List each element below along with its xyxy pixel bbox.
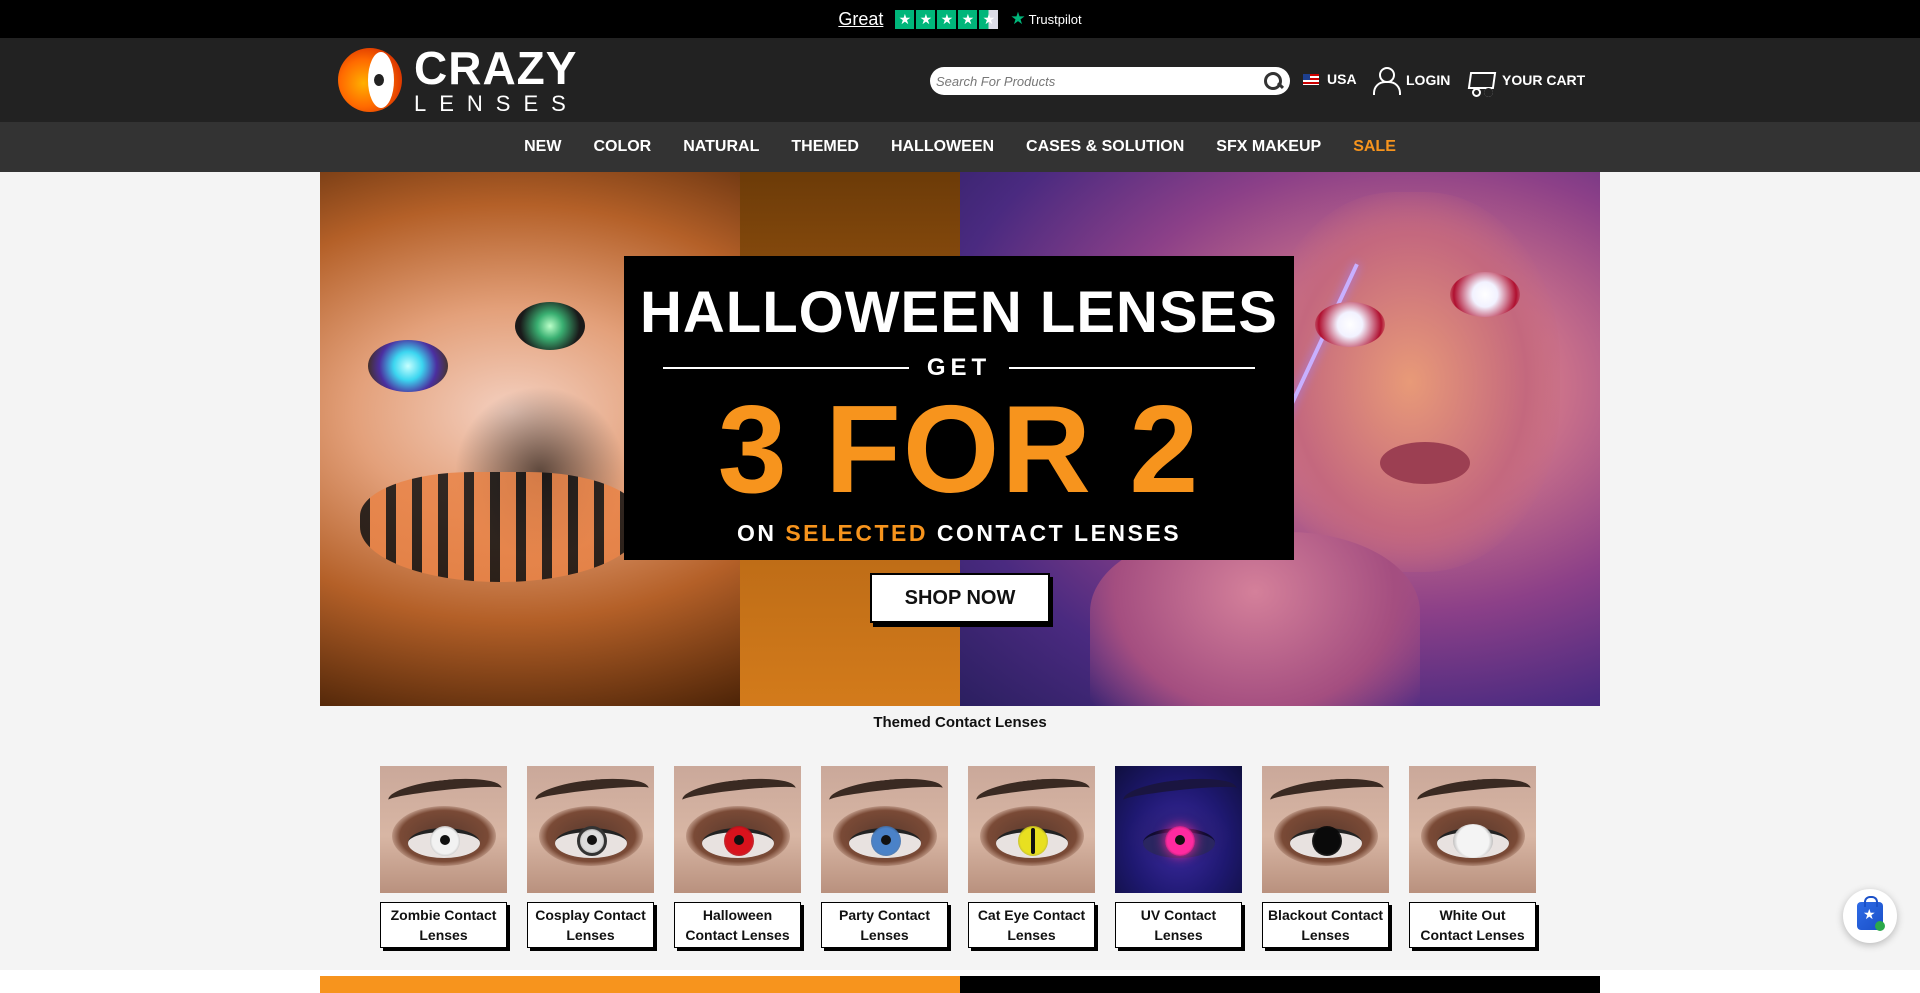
nav-item-natural[interactable]: NATURAL — [683, 138, 759, 156]
promo-sub-suffix: CONTACT LENSES — [936, 520, 1182, 546]
logo-eye-icon — [338, 48, 402, 112]
pupil — [881, 835, 891, 845]
category-tile-halloween[interactable]: Halloween Contact Lenses — [674, 766, 801, 948]
category-label[interactable]: Cat Eye Contact Lenses — [968, 902, 1095, 948]
promo-offer: 3 FOR 2 — [717, 381, 1201, 519]
trust-stars: ★ ★ ★ ★ ★ — [895, 9, 999, 29]
category-tile-zombie[interactable]: Zombie Contact Lenses — [380, 766, 507, 948]
cart-icon — [1464, 66, 1494, 97]
nav-item-new[interactable]: NEW — [524, 138, 561, 156]
search-bar — [930, 67, 1290, 95]
pupil — [1031, 828, 1035, 854]
logo-text-top: CRAZY — [414, 42, 578, 94]
pupil — [1175, 835, 1185, 845]
hero-right-lips — [1380, 442, 1470, 484]
category-tile-cat-eye[interactable]: Cat Eye Contact Lenses — [968, 766, 1095, 948]
nav-item-color[interactable]: COLOR — [593, 138, 651, 156]
promo-get: GET — [926, 354, 992, 381]
site-header: CRAZY LENSES USA LOGIN YOUR CART — [0, 38, 1920, 122]
search-icon[interactable] — [1262, 70, 1284, 92]
category-label[interactable]: Party Contact Lenses — [821, 902, 948, 948]
category-tile-blackout[interactable]: Blackout Contact Lenses — [1262, 766, 1389, 948]
promo-subtitle: ON SELECTED CONTACT LENSES — [624, 520, 1294, 547]
category-label[interactable]: Zombie Contact Lenses — [380, 902, 507, 948]
category-label[interactable]: UV Contact Lenses — [1115, 902, 1242, 948]
category-label[interactable]: Blackout Contact Lenses — [1262, 902, 1389, 948]
lens-product-image[interactable] — [968, 766, 1095, 893]
hero-left-eye-blue — [368, 340, 448, 392]
category-tile-white-out[interactable]: White Out Contact Lenses — [1409, 766, 1536, 948]
half-star-icon: ★ — [979, 9, 999, 29]
pupil — [440, 835, 450, 845]
star-icon: ★ — [895, 9, 915, 29]
trustpilot-bar[interactable]: Great ★ ★ ★ ★ ★ ★ Trustpilot — [0, 0, 1920, 38]
next-banner-right — [960, 976, 1600, 993]
hero-right-eye-left — [1315, 302, 1385, 347]
hero-right-eye-right — [1450, 272, 1520, 317]
lens-iris — [1312, 826, 1342, 856]
pupil — [587, 835, 597, 845]
nav-item-sale[interactable]: SALE — [1353, 138, 1396, 156]
promo-get-row: GET — [624, 354, 1294, 382]
lens-product-image[interactable] — [674, 766, 801, 893]
star-icon: ★ — [937, 9, 957, 29]
login-link[interactable]: LOGIN — [1372, 66, 1451, 95]
us-flag-icon — [1303, 73, 1319, 85]
main-nav: NEW COLOR NATURAL THEMED HALLOWEEN CASES… — [0, 122, 1920, 172]
divider-line — [662, 367, 909, 369]
divider-line — [1009, 367, 1256, 369]
cart-link[interactable]: YOUR CART — [1464, 66, 1586, 97]
status-dot — [1875, 921, 1885, 931]
category-tile-uv[interactable]: UV Contact Lenses — [1115, 766, 1242, 948]
category-tile-cosplay[interactable]: Cosplay Contact Lenses — [527, 766, 654, 948]
pupil — [734, 835, 744, 845]
user-icon — [1372, 66, 1401, 95]
promo-title: HALLOWEEN LENSES — [640, 280, 1278, 345]
shop-now-button[interactable]: SHOP NOW — [870, 573, 1050, 623]
cart-label: YOUR CART — [1502, 72, 1586, 88]
logo-text-bottom: LENSES — [414, 91, 579, 116]
lens-product-image[interactable] — [1262, 766, 1389, 893]
trustpilot-brand-text: Trustpilot — [1028, 11, 1082, 27]
next-banner-left — [320, 976, 960, 993]
trustpilot-star-icon: ★ — [1010, 9, 1026, 28]
nav-item-cases-solution[interactable]: CASES & SOLUTION — [1026, 138, 1184, 156]
themed-lens-grid: Zombie Contact Lenses Cosplay Contact Le… — [380, 766, 1536, 948]
logo-wordmark: CRAZY LENSES — [414, 45, 579, 115]
lens-product-image[interactable] — [821, 766, 948, 893]
category-label[interactable]: White Out Contact Lenses — [1409, 902, 1536, 948]
shopping-assistant-button[interactable] — [1843, 889, 1897, 943]
lens-product-image[interactable] — [527, 766, 654, 893]
star-icon: ★ — [916, 9, 936, 29]
nav-item-halloween[interactable]: HALLOWEEN — [891, 138, 994, 156]
category-label[interactable]: Cosplay Contact Lenses — [527, 902, 654, 948]
nav-item-sfx-makeup[interactable]: SFX MAKEUP — [1216, 138, 1321, 156]
search-input[interactable] — [936, 73, 1262, 89]
nav-item-themed[interactable]: THEMED — [791, 138, 859, 156]
hero-left-eye-green — [515, 302, 585, 350]
hero-right-face — [1260, 192, 1560, 572]
trustpilot-logo[interactable]: ★ Trustpilot — [1010, 9, 1081, 29]
lens-product-image[interactable] — [1409, 766, 1536, 893]
trust-rating-link[interactable]: Great — [838, 9, 883, 30]
category-label[interactable]: Halloween Contact Lenses — [674, 902, 801, 948]
country-label: USA — [1327, 71, 1357, 87]
login-label: LOGIN — [1406, 72, 1451, 88]
hero-banner[interactable]: HALLOWEEN LENSES GET 3 FOR 2 ON SELECTED… — [320, 172, 1600, 706]
site-logo[interactable]: CRAZY LENSES — [338, 45, 598, 115]
star-icon: ★ — [958, 9, 978, 29]
promo-sub-highlight: SELECTED — [785, 520, 929, 546]
hero-left-teeth-paint — [360, 472, 640, 582]
lens-product-image[interactable] — [1115, 766, 1242, 893]
lens-product-image[interactable] — [380, 766, 507, 893]
category-tile-party[interactable]: Party Contact Lenses — [821, 766, 948, 948]
promo-box: HALLOWEEN LENSES GET 3 FOR 2 ON SELECTED… — [624, 256, 1294, 560]
promo-sub-prefix: ON — [736, 520, 777, 546]
lens-iris — [1453, 824, 1493, 858]
section-title: Themed Contact Lenses — [873, 714, 1047, 731]
country-selector[interactable]: USA — [1303, 71, 1357, 87]
